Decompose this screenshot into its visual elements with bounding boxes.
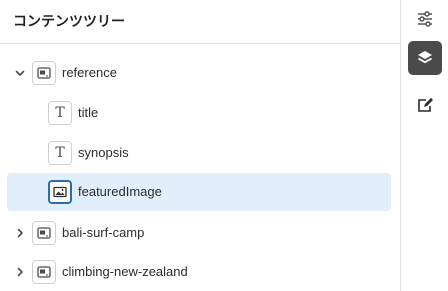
tree-item-label: bali-surf-camp [62, 225, 145, 240]
annotations-button[interactable] [408, 88, 442, 122]
tree-item-climbing-new-zealand[interactable]: climbing-new-zealand [7, 253, 391, 291]
content-fragment-icon [32, 221, 56, 245]
text-type-glyph: T [55, 105, 65, 121]
layers-icon [418, 51, 432, 64]
content-tree-panel: コンテンツツリー reference T title T synopsis fe… [0, 0, 400, 291]
chevron-down-icon[interactable] [14, 67, 26, 79]
content-fragment-icon [32, 260, 56, 284]
tree-item-featuredimage[interactable]: featuredImage [7, 173, 391, 211]
tree-item-bali-surf-camp[interactable]: bali-surf-camp [7, 214, 391, 252]
tree-item-label: synopsis [78, 145, 129, 160]
chevron-right-icon[interactable] [14, 227, 26, 239]
image-field-icon [48, 180, 72, 204]
properties-sliders-icon [418, 11, 432, 27]
tree-item-title[interactable]: T title [7, 94, 391, 132]
properties-button[interactable] [408, 2, 442, 36]
chevron-right-icon[interactable] [14, 266, 26, 278]
text-field-icon: T [48, 141, 72, 165]
tree-item-label: climbing-new-zealand [62, 264, 188, 279]
tree-item-synopsis[interactable]: T synopsis [7, 134, 391, 172]
content-tree-button[interactable] [408, 41, 442, 75]
tree-item-reference[interactable]: reference [7, 54, 391, 92]
panel-header: コンテンツツリー [0, 0, 400, 44]
content-fragment-icon [32, 61, 56, 85]
text-type-glyph: T [55, 145, 65, 161]
edit-note-icon [418, 98, 433, 112]
tree-item-label: title [78, 105, 99, 120]
tree-item-label: reference [62, 65, 117, 80]
tree-item-label: featuredImage [78, 184, 162, 199]
text-field-icon: T [48, 101, 72, 125]
panel-title: コンテンツツリー [13, 13, 125, 29]
right-rail [400, 0, 448, 291]
